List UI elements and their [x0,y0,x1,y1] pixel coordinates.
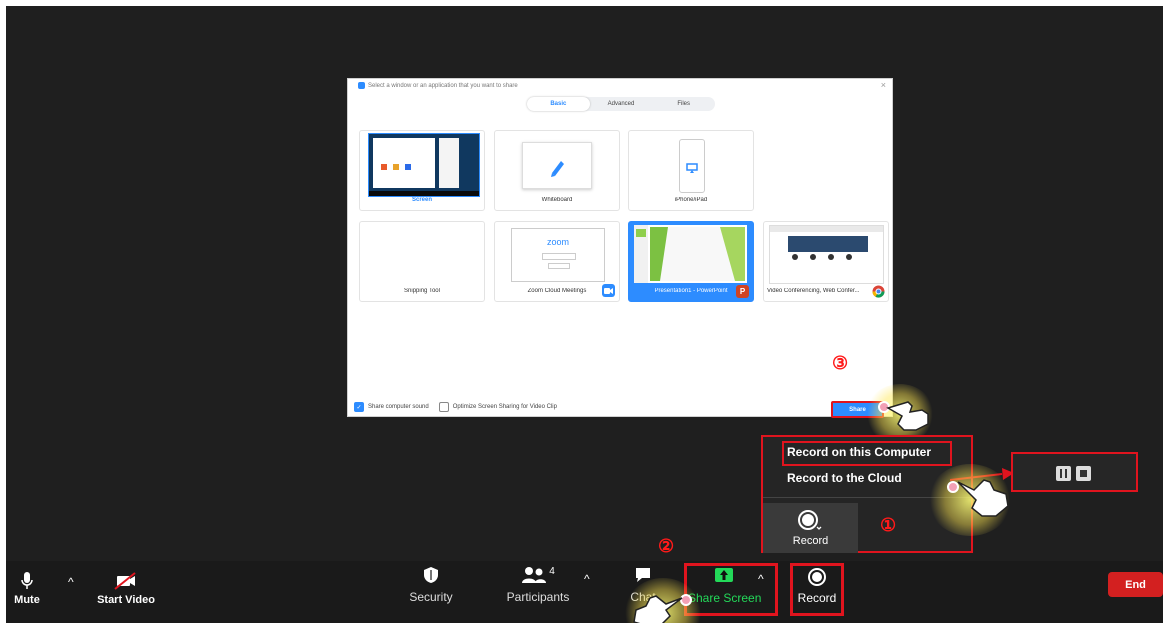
tab-advanced[interactable]: Advanced [590,97,653,111]
tile-video-conferencing-browser[interactable]: Video Conferencing, Web Confer... [763,221,889,302]
share-options-chevron-icon[interactable]: ^ [758,572,764,586]
mute-button[interactable]: Mute [12,571,42,606]
record-on-computer-item[interactable]: Record on this Computer [787,445,931,459]
pointing-hand-icon [886,401,929,431]
tab-basic[interactable]: Basic [527,97,590,111]
step-3-marker: ③ [832,353,849,373]
record-menu-button[interactable]: Record [763,503,858,553]
optimize-label: Optimize Screen Sharing for Video Clip [452,404,557,410]
share-tabs: Basic Advanced Files [527,97,715,111]
share-sound-label: Share computer sound [368,404,429,410]
tile-iphone-ipad[interactable]: iPhone/iPad [628,130,754,211]
record-button[interactable]: Record [793,568,841,605]
tile-snipping-tool[interactable]: Snipping Tool [359,221,485,302]
zoom-logo-icon [358,82,365,89]
record-icon [808,568,826,586]
pointing-hand-icon [633,595,683,623]
close-icon[interactable]: × [881,80,886,90]
pointing-hand-icon [957,479,1009,517]
phone-thumbnail [679,139,705,193]
pause-recording-button[interactable] [1056,466,1071,481]
tile-zoom-cloud-meetings[interactable]: zoom Zoom Cloud Meetings [494,221,620,302]
powerpoint-thumbnail [634,225,747,283]
security-button[interactable]: Security [401,566,461,604]
tab-files[interactable]: Files [652,97,715,111]
video-off-icon [114,572,136,590]
end-meeting-button[interactable]: End [1108,572,1163,597]
share-screen-icon [715,568,733,582]
microphone-icon [21,572,33,589]
step-2-marker: ② [658,536,675,556]
participants-count: 4 [549,566,555,577]
zoom-meeting-window: Select a window or an application that y… [6,6,1163,623]
step-1-marker: ① [880,515,897,535]
shield-icon [424,567,438,583]
whiteboard-thumbnail [522,142,592,189]
tile-powerpoint[interactable]: P Presentation1 - PowerPoint [628,221,754,302]
toolbar-left: Mute ^ Start Video [6,561,199,623]
participants-button[interactable]: 4 Participants [498,566,578,604]
participants-chevron-icon[interactable]: ^ [584,572,590,586]
audio-options-chevron-icon[interactable]: ^ [68,575,74,589]
record-icon [798,510,822,530]
record-to-cloud-item[interactable]: Record to the Cloud [787,471,902,485]
browser-thumbnail [769,225,884,284]
stop-recording-button[interactable] [1076,466,1091,481]
pen-icon [551,161,564,177]
share-options: ✓ Share computer sound Optimize Screen S… [354,402,557,412]
zoom-thumbnail: zoom [511,228,605,282]
optimize-checkbox[interactable] [438,402,449,412]
share-screen-dialog: Select a window or an application that y… [347,78,893,418]
airplay-icon [686,163,698,173]
start-video-button[interactable]: Start Video [91,571,161,606]
dialog-title: Select a window or an application that y… [358,82,518,89]
tile-screen[interactable]: Screen [359,130,485,211]
recording-controls [1011,452,1138,492]
screen-thumbnail [368,133,480,197]
share-sound-checkbox[interactable]: ✓ [354,402,364,412]
participants-icon [522,567,547,583]
tile-whiteboard[interactable]: Whiteboard [494,130,620,211]
